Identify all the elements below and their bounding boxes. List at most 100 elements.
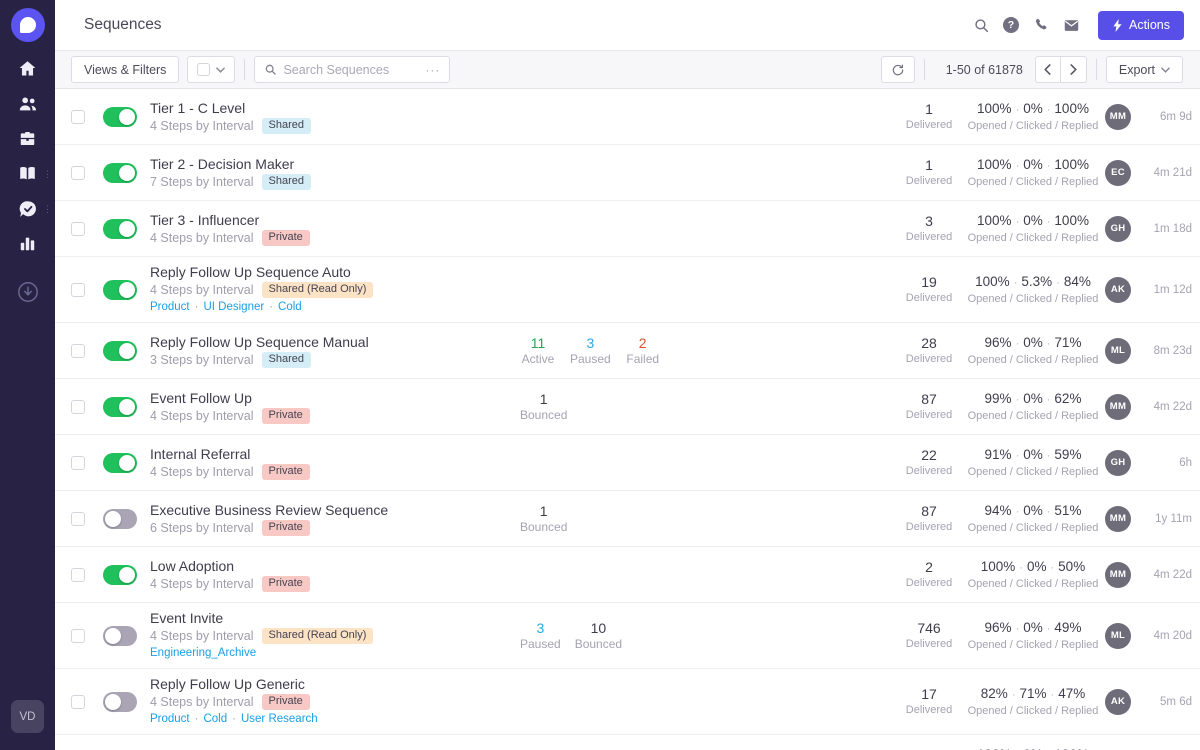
user-avatar[interactable]: VD (11, 700, 44, 733)
sequence-tag[interactable]: Cold (278, 301, 302, 313)
sequence-toggle[interactable] (103, 625, 137, 646)
sidebar-item-content[interactable]: ⋮ (0, 156, 55, 191)
actions-button[interactable]: Actions (1098, 10, 1184, 40)
opened-value: 100% (980, 559, 1016, 574)
mail-icon[interactable] (1056, 10, 1086, 40)
sidebar-item-reports[interactable] (0, 226, 55, 261)
next-page-button[interactable] (1060, 56, 1087, 83)
search-box[interactable]: ··· (254, 56, 451, 83)
people-icon (19, 97, 36, 110)
sequence-name[interactable]: Tier 3 - Influencer (150, 212, 520, 229)
kebab-menu-icon[interactable]: ⋮ (43, 204, 52, 213)
sequence-toggle[interactable] (103, 340, 137, 361)
row-checkbox[interactable] (71, 511, 85, 526)
sequence-toggle[interactable] (103, 564, 137, 585)
sequence-tags: Product · UI Designer · Cold (150, 300, 520, 315)
sequence-name[interactable]: Tier 2 - Decision Maker (150, 156, 520, 173)
select-all-dropdown[interactable] (187, 56, 236, 83)
sequence-toggle[interactable] (103, 396, 137, 417)
search-input[interactable] (283, 62, 420, 77)
sequence-name[interactable]: Event Invite (150, 610, 520, 627)
sequence-toggle[interactable] (103, 279, 137, 300)
delivered-value: 28 (921, 335, 937, 351)
sequence-tag[interactable]: Product (150, 713, 190, 725)
row-checkbox[interactable] (71, 343, 85, 358)
sequence-name[interactable]: Internal Referral (150, 446, 520, 463)
sidebar-item-import[interactable] (0, 274, 55, 309)
help-icon[interactable]: ? (996, 10, 1026, 40)
engagement-values: 96% · 0% · 71% (967, 334, 1099, 353)
sequence-toggle[interactable] (103, 106, 137, 127)
stat-label: Failed (626, 351, 660, 366)
stat-value: 1 (539, 390, 548, 407)
row-checkbox[interactable] (71, 628, 85, 643)
page-title: Sequences (84, 16, 162, 33)
sequence-row: Internal Referral 4 Steps by Interval Priv… (55, 435, 1200, 491)
sidebar-item-home[interactable] (0, 51, 55, 86)
bar-chart-icon (20, 237, 35, 251)
views-filters-button[interactable]: Views & Filters (71, 56, 180, 83)
sidebar-item-tasks[interactable]: ⋮ (0, 191, 55, 226)
select-all-checkbox[interactable] (197, 63, 211, 76)
sequence-name[interactable]: Reply Follow Up Sequence Auto (150, 264, 520, 281)
kebab-menu-icon[interactable]: ⋮ (43, 169, 52, 178)
delivered-label: Delivered (905, 231, 953, 243)
export-button[interactable]: Export (1105, 56, 1183, 83)
engagement-label: Opened / Clicked / Replied (967, 410, 1099, 422)
clicked-value: 0% (1023, 335, 1043, 350)
delivered-value: 87 (921, 391, 937, 407)
sequence-name[interactable]: Reply Follow Up Sequence Manual (150, 334, 520, 351)
sequence-steps: 4 Steps by Interval (150, 464, 254, 479)
sequence-info: Event Invite 4 Steps by Interval Shared (R… (150, 610, 520, 661)
outreach-logo-icon[interactable] (10, 8, 45, 42)
sidebar-item-accounts[interactable] (0, 121, 55, 156)
engagement-stat: 96% · 0% · 49% Opened / Clicked / Replied (967, 619, 1099, 652)
refresh-button[interactable] (880, 56, 915, 83)
row-checkbox[interactable] (71, 399, 85, 414)
delivered-stat: 1 Delivered (891, 101, 967, 132)
search-options-icon[interactable]: ··· (425, 63, 440, 77)
row-checkbox[interactable] (71, 567, 85, 582)
sequence-tag[interactable]: Engineering_Archive (150, 647, 256, 659)
stat-label: Bounced (520, 519, 568, 534)
sequence-name[interactable]: Executive Business Review Sequence (150, 502, 520, 519)
sequence-toggle[interactable] (103, 691, 137, 712)
dot-separator: · (1015, 104, 1020, 116)
sequence-name[interactable]: Low Adoption (150, 558, 520, 575)
toggle-knob (105, 627, 121, 644)
delivered-stat: 87 Delivered (891, 503, 967, 534)
opened-value: 100% (977, 101, 1012, 116)
actions-button-label: Actions (1129, 18, 1170, 32)
sequence-tag[interactable]: UI Designer (203, 301, 264, 313)
sequence-name[interactable]: Tier 1 - C Level (150, 100, 520, 117)
sequence-tag[interactable]: User Research (241, 713, 318, 725)
sequence-toggle[interactable] (103, 162, 137, 183)
dot-separator: · (1046, 623, 1051, 635)
delivered-value: 3 (925, 213, 933, 229)
row-checkbox[interactable] (71, 221, 85, 236)
search-icon[interactable] (966, 10, 996, 40)
search-icon (266, 64, 277, 75)
phone-icon[interactable] (1026, 10, 1056, 40)
tag-separator: · (194, 713, 199, 725)
sequence-info: Reply Follow Up Sequence Auto 4 Steps by … (150, 264, 520, 315)
sequence-name[interactable]: Reply Follow Up Generic (150, 676, 520, 693)
sequence-tag[interactable]: Cold (203, 713, 227, 725)
row-checkbox[interactable] (71, 109, 85, 124)
sidebar-item-people[interactable] (0, 86, 55, 121)
sequence-toggle[interactable] (103, 508, 137, 529)
engagement-values: 100%·0%·100% (967, 156, 1099, 175)
sequence-name[interactable]: Event Follow Up (150, 390, 520, 407)
prev-page-button[interactable] (1034, 56, 1061, 83)
opened-value: 100% (977, 213, 1012, 228)
row-checkbox[interactable] (71, 455, 85, 470)
row-checkbox[interactable] (71, 694, 85, 709)
row-checkbox[interactable] (71, 165, 85, 180)
sequence-toggle[interactable] (103, 218, 137, 239)
sequence-toggle[interactable] (103, 452, 137, 473)
last-activity-time: 6h (1179, 456, 1192, 469)
sequence-tag[interactable]: Product (150, 301, 190, 313)
toolbar-divider (923, 59, 925, 80)
row-checkbox[interactable] (71, 282, 85, 297)
toggle-knob (119, 398, 135, 415)
